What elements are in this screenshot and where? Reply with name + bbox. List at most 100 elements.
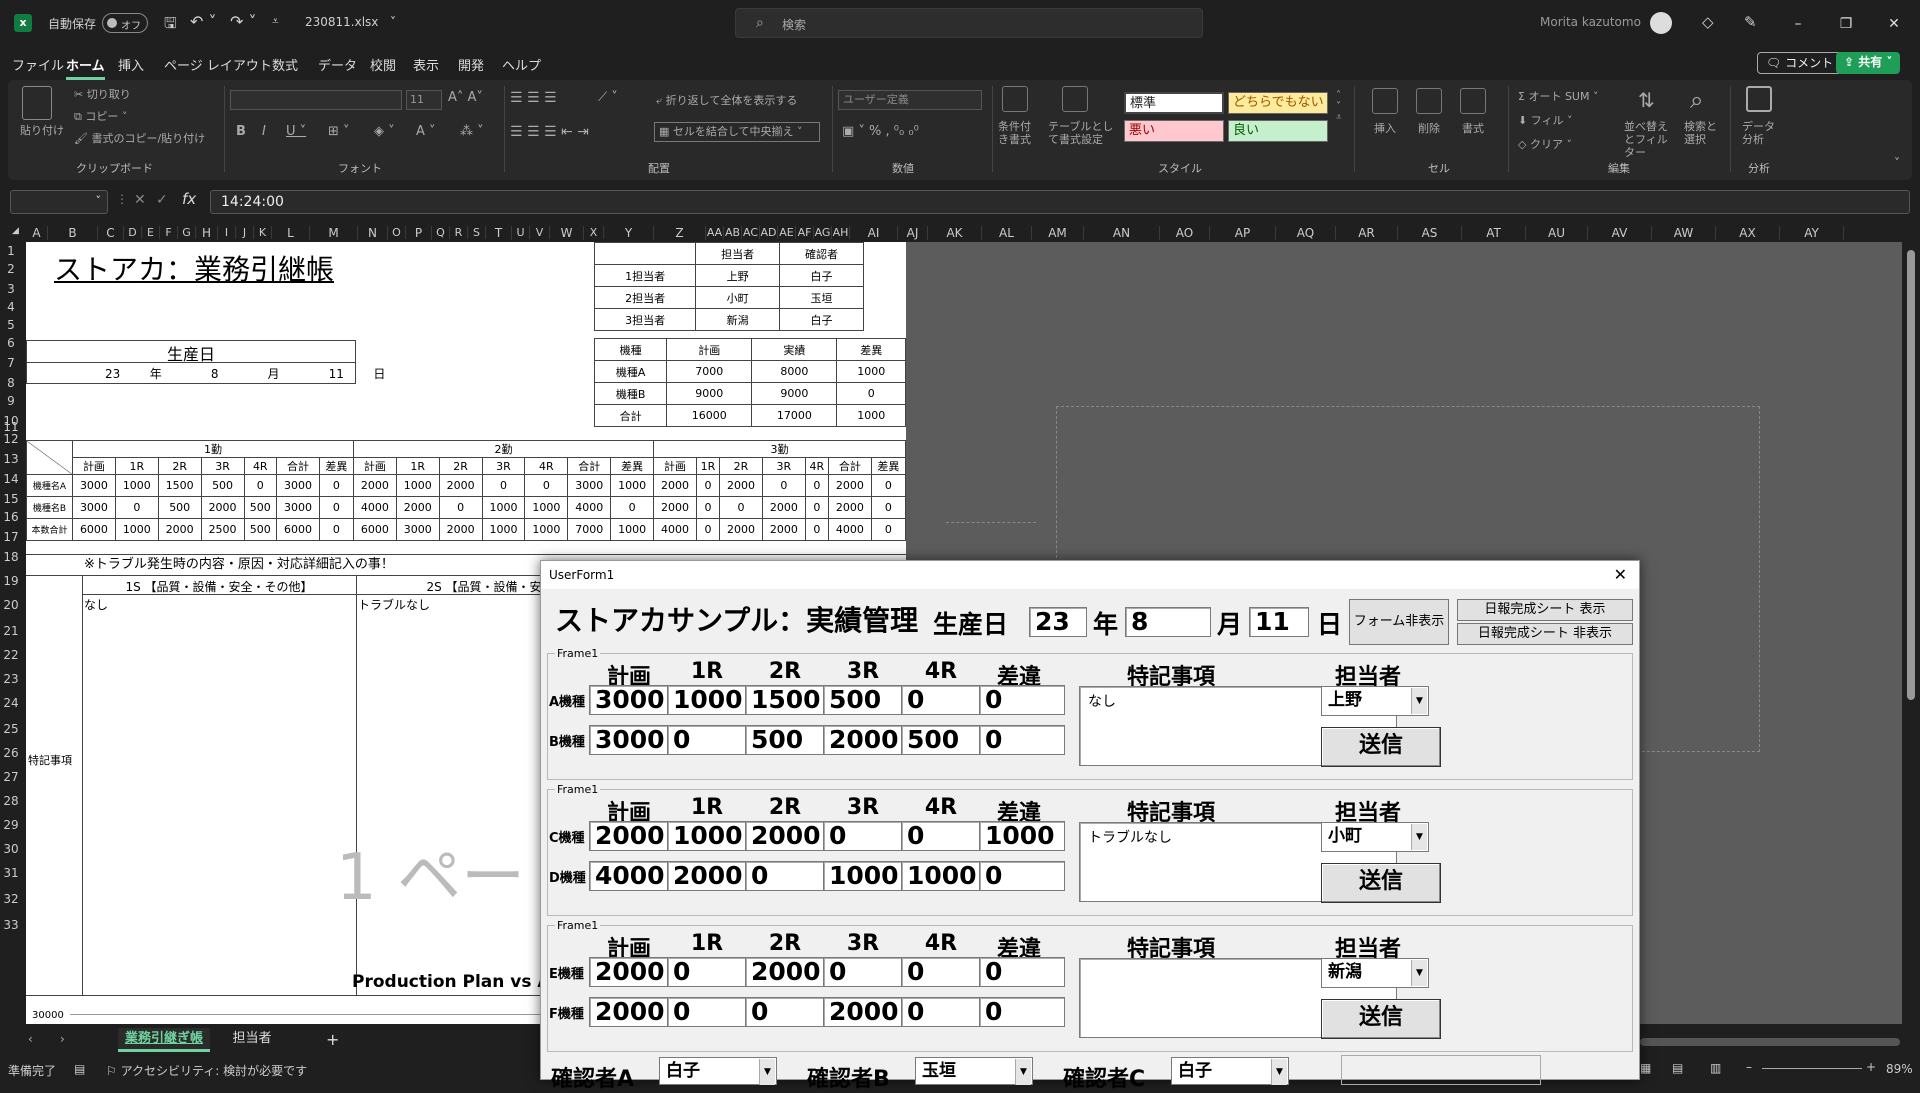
- table-cell[interactable]: 0: [524, 474, 569, 497]
- column-header[interactable]: AS: [1398, 226, 1462, 240]
- style-good[interactable]: 良い: [1228, 120, 1328, 142]
- formula-input[interactable]: 14:24:00: [210, 190, 1910, 214]
- row-header[interactable]: 2: [0, 262, 22, 276]
- row-header[interactable]: 23: [0, 672, 22, 686]
- checker-b-select[interactable]: 玉垣 ▼: [915, 1057, 1033, 1085]
- table-cell[interactable]: 2000: [352, 474, 397, 497]
- autosum-button[interactable]: Σ オート SUM ˅: [1518, 88, 1598, 104]
- value-input[interactable]: 2000: [667, 861, 755, 891]
- year-input[interactable]: 23: [1029, 607, 1087, 637]
- row-header[interactable]: 6: [0, 336, 22, 350]
- value-input[interactable]: 0: [901, 821, 989, 851]
- table-cell[interactable]: 6000: [72, 518, 116, 541]
- pen-icon[interactable]: ✎: [1744, 13, 1757, 31]
- column-header[interactable]: Y: [604, 226, 654, 240]
- value-input[interactable]: 500: [901, 725, 989, 755]
- table-cell[interactable]: 1500: [157, 474, 202, 497]
- column-header[interactable]: AV: [1588, 226, 1652, 240]
- tab-handover[interactable]: 業務引継ぎ帳: [118, 1028, 210, 1052]
- table-cell[interactable]: 7000: [567, 518, 612, 541]
- value-input[interactable]: 0: [901, 685, 989, 715]
- comment-button[interactable]: 🗨 コメント: [1757, 52, 1843, 74]
- column-header[interactable]: U: [512, 226, 530, 239]
- row-header[interactable]: 1: [0, 244, 22, 258]
- column-header[interactable]: O: [388, 226, 406, 239]
- delete-cells-button[interactable]: 削除: [1418, 120, 1440, 136]
- row-header[interactable]: 16: [0, 510, 22, 524]
- table-cell[interactable]: 0: [438, 496, 483, 519]
- table-cell[interactable]: 2000: [761, 496, 806, 519]
- table-cell[interactable]: 2000: [395, 496, 440, 519]
- column-header[interactable]: AR: [1336, 226, 1398, 240]
- cancel-icon[interactable]: ✕: [134, 192, 146, 208]
- column-header[interactable]: AJ: [898, 226, 928, 240]
- column-header[interactable]: AG: [814, 226, 832, 239]
- column-header[interactable]: AH: [832, 226, 850, 239]
- column-header[interactable]: M: [310, 226, 358, 240]
- menu-view[interactable]: 表示: [413, 55, 439, 74]
- table-cell[interactable]: 1000: [114, 518, 159, 541]
- data-analysis-icon[interactable]: [1746, 86, 1772, 112]
- row-header[interactable]: 22: [0, 648, 22, 662]
- data-analysis-button[interactable]: データ分析: [1742, 120, 1776, 146]
- staff-select[interactable]: 小町 ▼: [1321, 822, 1429, 852]
- column-header[interactable]: AN: [1084, 226, 1160, 240]
- maximize-icon[interactable]: ❐: [1836, 14, 1856, 34]
- next-sheet-icon[interactable]: ›: [60, 1032, 65, 1046]
- row-header[interactable]: 3: [0, 282, 22, 296]
- column-header[interactable]: AT: [1462, 226, 1526, 240]
- column-header[interactable]: AI: [850, 226, 898, 240]
- column-header[interactable]: J: [236, 226, 254, 239]
- menu-file[interactable]: ファイル: [12, 55, 64, 74]
- column-header[interactable]: H: [196, 226, 218, 240]
- column-header[interactable]: A: [26, 226, 48, 240]
- orientation-icon[interactable]: ⟋ ˅: [598, 90, 618, 105]
- table-cell[interactable]: 1000: [481, 496, 526, 519]
- zoom-in-icon[interactable]: +: [1866, 1060, 1876, 1074]
- font-size-select[interactable]: 11: [406, 90, 442, 110]
- checker-a-select[interactable]: 白子 ▼: [659, 1057, 777, 1085]
- column-header[interactable]: S: [468, 226, 486, 239]
- column-header[interactable]: I: [218, 226, 236, 239]
- user-name[interactable]: Morita kazutomo: [1540, 15, 1641, 29]
- close-window-icon[interactable]: ✕: [1884, 14, 1904, 34]
- column-header[interactable]: T: [486, 226, 512, 240]
- border-icon[interactable]: ⊞ ˅: [328, 124, 350, 139]
- row-header[interactable]: 18: [0, 550, 22, 564]
- minimize-icon[interactable]: –: [1788, 14, 1808, 34]
- column-header[interactable]: Q: [432, 226, 450, 239]
- value-input[interactable]: 4000: [589, 861, 677, 891]
- table-cell[interactable]: 0: [695, 474, 721, 497]
- column-header[interactable]: W: [550, 226, 584, 240]
- horizontal-scrollbar[interactable]: [1640, 1038, 1900, 1046]
- row-header[interactable]: 29: [0, 818, 22, 832]
- table-cell[interactable]: 0: [719, 496, 763, 519]
- send-button[interactable]: 送信: [1321, 727, 1441, 767]
- table-cell[interactable]: 2000: [653, 474, 697, 497]
- column-header[interactable]: X: [584, 226, 604, 239]
- table-cell[interactable]: 1000: [524, 518, 569, 541]
- value-input[interactable]: 0: [667, 957, 755, 987]
- copy-button[interactable]: ⧉ コピー ˅: [74, 108, 127, 124]
- file-name[interactable]: 230811.xlsx: [305, 15, 378, 29]
- column-header[interactable]: L: [272, 226, 310, 240]
- row-header[interactable]: 28: [0, 794, 22, 808]
- autosave-toggle[interactable]: オフ: [102, 13, 148, 33]
- table-cell[interactable]: 0: [114, 496, 159, 519]
- column-header[interactable]: AW: [1652, 226, 1716, 240]
- row-header[interactable]: 25: [0, 722, 22, 736]
- value-input[interactable]: 1500: [745, 685, 833, 715]
- view-pagebreak-icon[interactable]: ▥: [1710, 1061, 1721, 1075]
- value-input[interactable]: 0: [823, 821, 911, 851]
- row-header[interactable]: 14: [0, 472, 22, 486]
- enter-icon[interactable]: ✓: [156, 192, 168, 208]
- style-neutral[interactable]: どちらでもない: [1228, 92, 1328, 114]
- staff-select[interactable]: 上野 ▼: [1321, 686, 1429, 716]
- table-cell[interactable]: 2500: [200, 518, 245, 541]
- column-header[interactable]: C: [98, 226, 124, 240]
- customize-qat-icon[interactable]: ⩡: [272, 14, 279, 29]
- name-box[interactable]: ˅: [10, 190, 108, 214]
- row-header[interactable]: 33: [0, 918, 22, 932]
- table-cell[interactable]: 0: [243, 474, 278, 497]
- merge-center-button[interactable]: ▦ セルを結合して中央揃え ˅: [654, 122, 820, 142]
